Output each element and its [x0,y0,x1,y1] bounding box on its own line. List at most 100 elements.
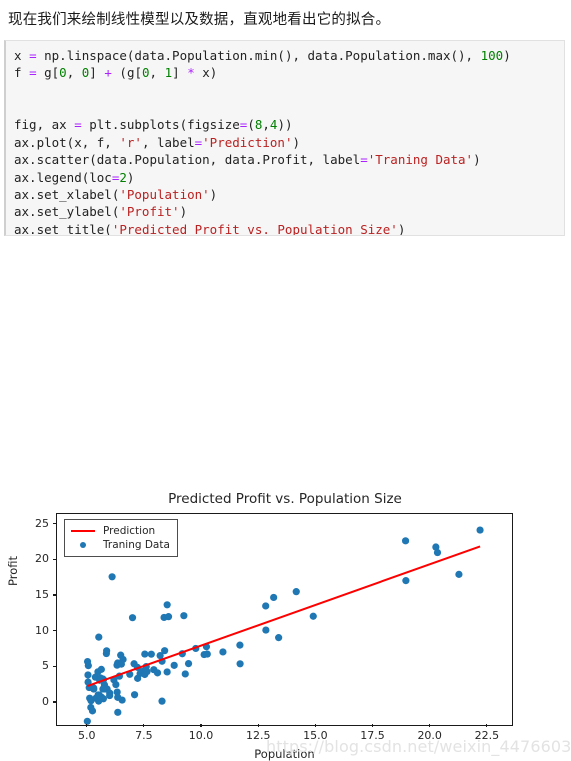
scatter-point [203,650,211,658]
legend-item-training-data: Traning Data [70,538,170,552]
scatter-point [97,665,105,673]
code-token: x) [194,65,218,81]
code-token: 'r' [119,134,142,150]
scatter-point [83,717,91,725]
x-tick-mark [371,723,374,728]
scatter-point [93,693,101,702]
code-token: ] [172,65,188,81]
code-token: plt.subplots(figsize [81,117,240,133]
code-line: x = np.linspace(data.Population.min(), d… [14,47,564,64]
code-token: f [14,65,30,81]
matplotlib-figure: Predicted Profit vs. Population Size 0 5 1… [0,236,571,761]
code-token: ax.set_ylabel( [14,204,120,220]
code-token: , [149,65,165,81]
scatter-point [153,669,162,677]
y-tick-label: 25 [35,516,49,530]
watermark: https://blog.csdn.net/weixin_44766038 [266,736,571,756]
legend-label-prediction: Prediction [103,524,156,537]
scatter-point [112,680,120,688]
code-token: = [29,65,37,81]
scatter-point [184,659,193,667]
code-token: ax.set_title( [14,221,112,236]
code-line: ax.plot(x, f, 'r', label='Prediction') [14,134,564,151]
code-token: ) [126,169,135,185]
scatter-point [402,576,410,584]
code-token: 0 [59,65,67,81]
code-token: ) [179,204,188,220]
chart-legend: Prediction Traning Data [64,518,178,557]
y-tick-mark [52,594,56,596]
x-tick-label: 10.0 [188,728,214,742]
scatter-point [180,611,188,620]
scatter-point [83,657,92,665]
chart-title: Predicted Profit vs. Population Size [168,490,402,507]
y-tick-label: 10 [35,623,49,637]
code-token: , [262,117,270,133]
x-tick-mark [257,723,259,728]
scatter-point [309,612,317,620]
x-tick-mark [200,723,202,728]
scatter-point [455,570,463,578]
code-token: ax.set_xlabel( [14,186,120,202]
scatter-point [147,650,155,658]
code-token: )) [277,117,293,133]
code-line: ax.set_title('Predicted Profit vs. Popul… [14,221,564,236]
scatter-point [219,648,227,656]
scatter-point [476,526,484,534]
code-token: ) [209,186,218,202]
y-tick-label: 15 [35,588,49,601]
code-token: ] [89,65,105,81]
code-token: 2 [119,169,127,185]
dot-swatch-icon [70,541,96,548]
code-token: ( [247,117,255,133]
scatter-point [262,626,270,634]
code-token: ax.legend(loc [14,169,112,185]
code-line: ax.scatter(data.Population, data.Profit,… [14,151,564,168]
scatter-point [128,613,137,622]
legend-label-training-data: Traning Data [103,538,170,551]
scatter-point [95,633,103,641]
code-token: , label [141,134,195,150]
code-token: ) [292,134,300,150]
code-token: 0 [142,65,150,81]
code-token: 'Profit' [119,204,180,220]
scatter-point [108,572,116,581]
code-token: ax.scatter(data.Population, data.Profit,… [14,152,361,168]
intro-paragraph: 现在我们来绘制线性模型以及数据，直观地看出它的拟合。 [8,12,391,28]
y-tick-mark [52,523,56,525]
code-token: ) [397,221,406,236]
code-token: 'Prediction' [202,134,293,150]
scatter-point [433,548,442,556]
code-token: = [74,117,82,133]
scatter-point [84,671,92,679]
scatter-point [141,650,149,658]
scatter-point [170,661,178,669]
code-token: g[ [36,65,60,81]
code-token: x [14,47,30,63]
x-tick-label: 5.0 [77,728,96,742]
x-tick-mark [429,723,431,728]
y-tick-label: 0 [42,694,49,708]
scatter-point [117,660,125,668]
code-token: ax.plot(x, f, [14,134,120,150]
y-tick-label: 5 [42,659,49,673]
legend-item-prediction: Prediction [70,524,170,538]
scatter-point [143,667,151,675]
x-tick-mark [314,723,316,728]
scatter-point [158,697,166,705]
code-line: fig, ax = plt.subplots(figsize=(8,4)) [14,116,564,133]
y-axis-label: Profit [6,555,20,586]
code-block[interactable]: x = np.linspace(data.Population.min(), d… [4,39,565,236]
code-token: ) [503,47,511,63]
y-tick-mark [52,665,56,667]
x-tick-mark [86,723,88,728]
scatter-point [262,602,270,610]
scatter-point [114,708,122,716]
code-line: ax.set_xlabel('Population') [14,186,564,203]
scatter-point [275,633,283,641]
scatter-point [130,690,139,699]
code-token: 1 [164,65,173,81]
code-token: fig, ax [14,117,75,133]
x-tick-mark [486,723,488,728]
